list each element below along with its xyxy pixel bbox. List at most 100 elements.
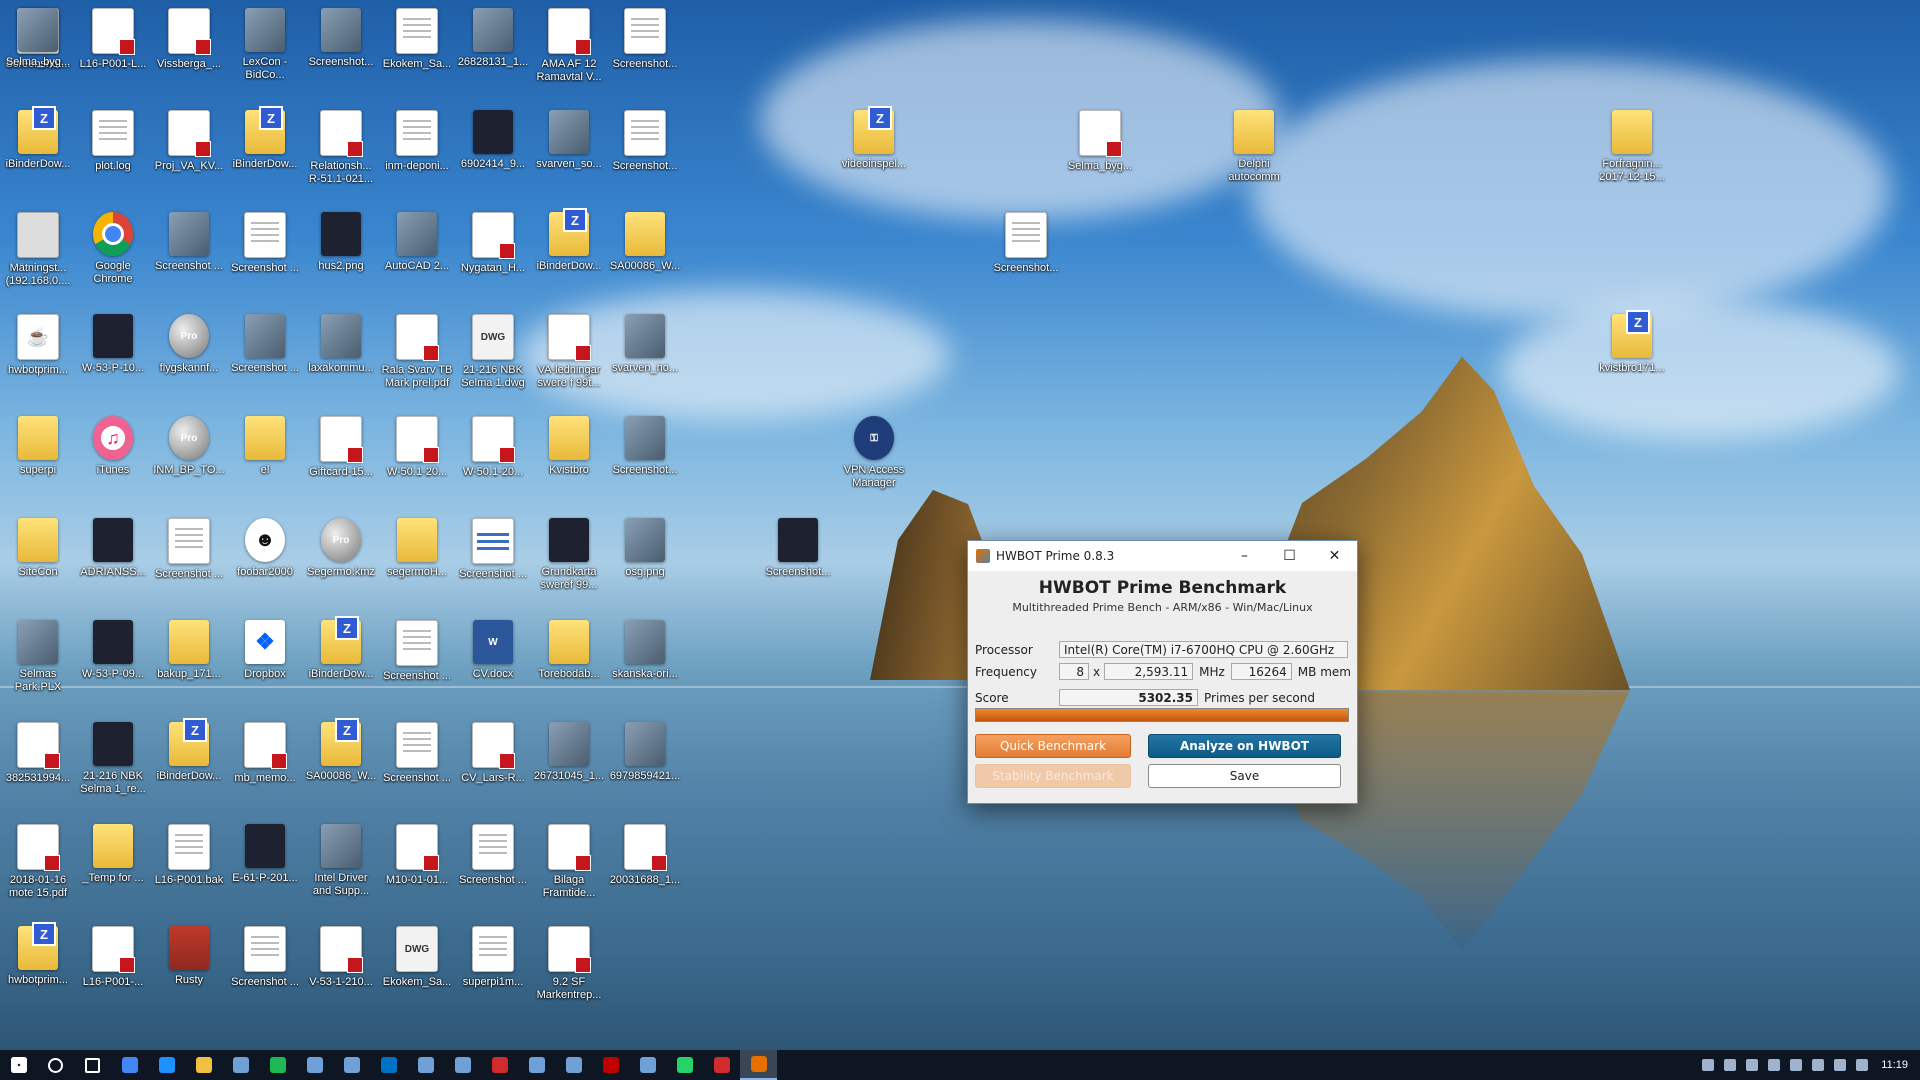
desktop-icon[interactable]: osg.png <box>608 518 682 579</box>
desktop-icon[interactable]: kvistbro171... <box>1595 310 1669 375</box>
analyze-on-hwbot-button[interactable]: Analyze on HWBOT <box>1148 734 1341 758</box>
desktop-icon[interactable]: iBinderDow... <box>532 208 606 273</box>
desktop-icon[interactable]: Delphi autocomm <box>1217 110 1291 184</box>
taskbar-filezilla-button[interactable] <box>592 1050 629 1080</box>
desktop-icon[interactable]: Screenshot ... <box>380 620 454 683</box>
taskbar-chrome-button[interactable] <box>111 1050 148 1080</box>
desktop-icon[interactable]: L16-P001-L... <box>76 8 150 71</box>
desktop-icon[interactable]: SA00086_W... <box>304 718 378 783</box>
desktop-icon[interactable]: Screenshot... <box>608 8 682 71</box>
taskbar-app-button[interactable] <box>555 1050 592 1080</box>
desktop-icon[interactable]: segermoH... <box>380 518 454 579</box>
desktop-icon[interactable]: hus2.png <box>304 212 378 273</box>
desktop-icon[interactable]: bakup_171... <box>152 620 226 681</box>
minimize-button[interactable]: – <box>1222 541 1267 571</box>
desktop-icon[interactable]: Torebodab... <box>532 620 606 681</box>
desktop-icon[interactable]: Screenshot ... <box>228 212 302 275</box>
threads-field[interactable]: 8 <box>1059 663 1089 680</box>
desktop-icon[interactable]: Bilaga Framtide... <box>532 824 606 900</box>
desktop-icon[interactable]: inm-deponi... <box>380 110 454 173</box>
desktop-icon[interactable]: LexCon - BidCo... <box>228 8 302 82</box>
taskbar-app-button[interactable] <box>222 1050 259 1080</box>
taskbar-search-button[interactable] <box>37 1050 74 1080</box>
outlook-tray-icon[interactable] <box>1746 1059 1759 1071</box>
taskbar-spotify-button[interactable] <box>259 1050 296 1080</box>
desktop-icon[interactable]: W-53-P-10... <box>76 314 150 375</box>
desktop-icon[interactable]: W-53-P-09... <box>76 620 150 681</box>
desktop-icon[interactable]: Relationsh... R-51.1-021... <box>304 110 378 186</box>
desktop-icon[interactable]: AutoCAD 2... <box>380 212 454 273</box>
desktop-icon[interactable]: laxakommu... <box>304 314 378 375</box>
desktop-icon[interactable]: iBinderDow... <box>152 718 226 783</box>
desktop-icon[interactable]: videoinspel... <box>837 106 911 171</box>
desktop-icon[interactable]: 2018-01-16 mote 15.pdf <box>1 824 75 900</box>
taskbar-edge-button[interactable] <box>148 1050 185 1080</box>
desktop-icon[interactable]: Screenshot... <box>608 110 682 173</box>
desktop-icon[interactable]: Screenshot... <box>304 8 378 69</box>
desktop-icon[interactable]: Grundkarta sweref 99... <box>532 518 606 592</box>
desktop-icon[interactable]: ⚿ VPN Access Manager <box>837 416 911 490</box>
desktop-icon[interactable]: AMA AF 12 Ramavtal V... <box>532 8 606 84</box>
desktop-icon[interactable]: V-53-1-210... <box>304 926 378 989</box>
maximize-button[interactable]: ☐ <box>1267 541 1312 571</box>
desktop-icon[interactable]: Selma_byg... <box>1 8 75 69</box>
desktop-icon[interactable]: Screenshot ... <box>152 518 226 581</box>
taskbar-clock[interactable]: 11:19 <box>1881 1059 1908 1071</box>
desktop-icon[interactable]: 26731045_1... <box>532 722 606 783</box>
desktop-icon[interactable]: L16-P001-... <box>76 926 150 989</box>
desktop-icon[interactable]: 6902414_9... <box>456 110 530 171</box>
desktop-icon[interactable]: hwbotprim... <box>1 922 75 987</box>
taskbar-whatsapp-button[interactable] <box>666 1050 703 1080</box>
desktop-icon[interactable]: skanska-ori... <box>608 620 682 681</box>
desktop-icon[interactable]: superpi <box>1 416 75 477</box>
desktop-icon[interactable]: Screenshot... <box>989 212 1063 275</box>
taskbar-app-button[interactable] <box>407 1050 444 1080</box>
dropbox-tray-icon[interactable] <box>1702 1059 1715 1071</box>
desktop-icon[interactable]: Screenshot ... <box>380 722 454 785</box>
desktop-icon[interactable]: svarven_no... <box>608 314 682 375</box>
desktop-icon[interactable]: L16-P001.bak <box>152 824 226 887</box>
desktop-icon[interactable]: Screenshot ... <box>228 926 302 989</box>
taskbar-app-button[interactable] <box>296 1050 333 1080</box>
desktop-icon[interactable]: Pro flygskannf... <box>152 314 226 375</box>
score-field[interactable]: 5302.35 <box>1059 689 1198 706</box>
desktop-icon[interactable]: Forfragnin... 2017-12-15... <box>1595 110 1669 184</box>
desktop-icon[interactable]: Proj_VA_KV... <box>152 110 226 173</box>
desktop-icon[interactable]: M10-01-01... <box>380 824 454 887</box>
desktop-icon[interactable]: ☻ foobar2000 <box>228 518 302 579</box>
hwbot-prime-window[interactable]: HWBOT Prime 0.8.3 – ☐ ✕ HWBOT Prime Benc… <box>967 540 1358 804</box>
desktop-icon[interactable]: SA00086_W... <box>608 212 682 273</box>
title-bar[interactable]: HWBOT Prime 0.8.3 – ☐ ✕ <box>968 541 1357 571</box>
desktop-icon[interactable]: Mätningst... (192.168.0.... <box>1 212 75 288</box>
desktop-icon[interactable]: W-50.1-20... <box>456 416 530 479</box>
taskbar-acrobat-button[interactable] <box>703 1050 740 1080</box>
desktop-icon[interactable]: Screenshot... <box>608 416 682 477</box>
desktop-icon[interactable]: Rala Svarv TB Mark prel.pdf <box>380 314 454 390</box>
desktop-icon[interactable]: svarven_so... <box>532 110 606 171</box>
desktop-icon[interactable]: Rusty <box>152 926 226 987</box>
desktop-icon[interactable]: Selmas Park.PLX <box>1 620 75 694</box>
network-tray-icon[interactable] <box>1724 1059 1737 1071</box>
battery-tray-icon[interactable] <box>1812 1059 1825 1071</box>
desktop-icon[interactable]: DWG Ekokem_Sa... <box>380 926 454 989</box>
desktop-icon[interactable]: superpi1m... <box>456 926 530 989</box>
desktop-icon[interactable]: Pro Segermo.kmz <box>304 518 378 579</box>
wifi-tray-icon[interactable] <box>1834 1059 1847 1071</box>
desktop-icon[interactable]: Selma_byg... <box>1063 110 1137 173</box>
volume-tray-icon[interactable] <box>1856 1059 1869 1071</box>
desktop-icon[interactable]: 21-216 NBK Selma 1_re... <box>76 722 150 796</box>
desktop-icon[interactable]: iBinderDow... <box>304 616 378 681</box>
desktop-icon[interactable]: el <box>228 416 302 477</box>
desktop-icon[interactable]: W CV.docx <box>456 620 530 681</box>
desktop-icon[interactable]: ☕ hwbotprim... <box>1 314 75 377</box>
taskbar-app-button[interactable] <box>444 1050 481 1080</box>
desktop-icon[interactable]: SiteCon <box>1 518 75 579</box>
desktop-icon[interactable]: Vissberga_... <box>152 8 226 71</box>
desktop-icon[interactable]: Screenshot ... <box>456 824 530 887</box>
desktop-icon[interactable]: 6979859421... <box>608 722 682 783</box>
desktop-icon[interactable]: ❖ Dropbox <box>228 620 302 681</box>
desktop-icon[interactable]: Screenshot... <box>761 518 835 579</box>
bluetooth-tray-icon[interactable] <box>1768 1059 1781 1071</box>
desktop-icon[interactable]: Google Chrome <box>76 212 150 286</box>
desktop-icon[interactable]: iBinderDow... <box>228 106 302 171</box>
